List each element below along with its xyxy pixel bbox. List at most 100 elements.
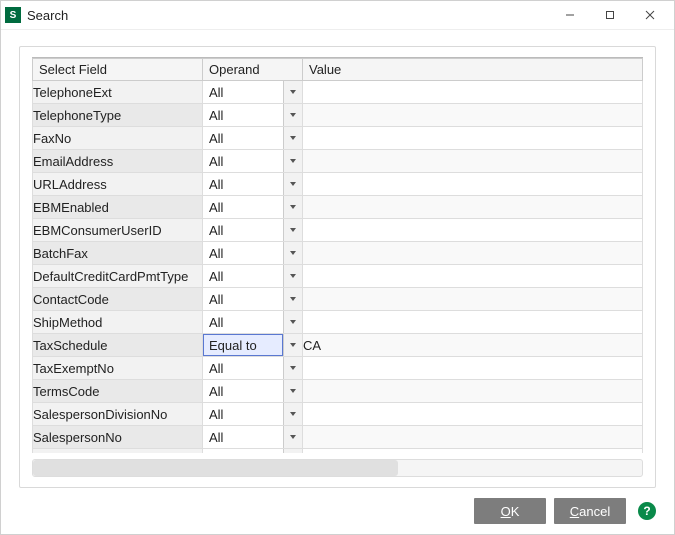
operand-cell[interactable]: All <box>203 173 303 196</box>
operand-value[interactable]: All <box>203 173 283 195</box>
operand-cell[interactable]: All <box>203 380 303 403</box>
operand-value[interactable]: Equal to <box>203 334 283 356</box>
chevron-down-icon[interactable] <box>283 81 302 103</box>
horizontal-scrollbar[interactable] <box>32 459 643 477</box>
operand-cell[interactable]: All <box>203 311 303 334</box>
value-cell[interactable] <box>303 219 643 242</box>
chevron-down-icon[interactable] <box>283 288 302 310</box>
field-cell[interactable]: FaxNo <box>33 127 203 150</box>
field-cell[interactable]: ShipMethod <box>33 311 203 334</box>
operand-cell[interactable]: All <box>203 104 303 127</box>
value-cell[interactable] <box>303 357 643 380</box>
chevron-down-icon[interactable] <box>283 219 302 241</box>
field-cell[interactable]: SalespersonNo <box>33 426 203 449</box>
value-cell[interactable] <box>303 380 643 403</box>
operand-cell[interactable]: Equal to <box>203 334 303 357</box>
chevron-down-icon[interactable] <box>283 449 302 453</box>
value-cell[interactable] <box>303 81 643 104</box>
operand-value[interactable]: All <box>203 196 283 218</box>
field-cell[interactable]: ContactCode <box>33 288 203 311</box>
operand-cell[interactable]: All <box>203 81 303 104</box>
field-cell[interactable]: BatchFax <box>33 242 203 265</box>
minimize-button[interactable] <box>550 3 590 27</box>
criteria-grid-scroll[interactable]: Select Field Operand Value TelephoneExtA… <box>32 57 643 453</box>
table-row: BatchFaxAll <box>33 242 643 265</box>
chevron-down-icon[interactable] <box>283 127 302 149</box>
operand-cell[interactable]: All <box>203 265 303 288</box>
chevron-down-icon[interactable] <box>283 173 302 195</box>
field-cell[interactable]: SalespersonDivisionNo <box>33 403 203 426</box>
col-operand-header[interactable]: Operand <box>203 59 303 81</box>
col-field-header[interactable]: Select Field <box>33 59 203 81</box>
operand-value[interactable]: All <box>203 449 283 453</box>
value-cell[interactable] <box>303 449 643 454</box>
operand-cell[interactable]: All <box>203 219 303 242</box>
maximize-button[interactable] <box>590 3 630 27</box>
chevron-down-icon[interactable] <box>283 242 302 264</box>
field-cell[interactable]: EBMConsumerUserID <box>33 219 203 242</box>
close-button[interactable] <box>630 3 670 27</box>
operand-value[interactable]: All <box>203 127 283 149</box>
chevron-down-icon[interactable] <box>283 403 302 425</box>
operand-cell[interactable]: All <box>203 127 303 150</box>
operand-cell[interactable]: All <box>203 150 303 173</box>
chevron-down-icon[interactable] <box>283 334 302 356</box>
value-cell[interactable] <box>303 173 643 196</box>
field-cell[interactable]: DefaultCreditCardPmtType <box>33 265 203 288</box>
field-cell[interactable]: EmailAddress <box>33 150 203 173</box>
field-cell[interactable]: TaxExemptNo <box>33 357 203 380</box>
value-cell[interactable]: CA <box>303 334 643 357</box>
chevron-down-icon[interactable] <box>283 150 302 172</box>
operand-cell[interactable]: All <box>203 196 303 219</box>
operand-value[interactable]: All <box>203 242 283 264</box>
field-cell[interactable]: EBMEnabled <box>33 196 203 219</box>
value-cell[interactable] <box>303 265 643 288</box>
value-cell[interactable] <box>303 196 643 219</box>
field-cell[interactable]: TermsCode <box>33 380 203 403</box>
operand-value[interactable]: All <box>203 288 283 310</box>
operand-cell[interactable]: All <box>203 242 303 265</box>
operand-value[interactable]: All <box>203 150 283 172</box>
field-cell[interactable]: SalespersonDivisionNo2 <box>33 449 203 454</box>
value-cell[interactable] <box>303 426 643 449</box>
operand-cell[interactable]: All <box>203 403 303 426</box>
value-cell[interactable] <box>303 150 643 173</box>
value-cell[interactable] <box>303 127 643 150</box>
field-cell[interactable]: URLAddress <box>33 173 203 196</box>
operand-cell[interactable]: All <box>203 449 303 454</box>
value-cell[interactable] <box>303 311 643 334</box>
field-cell[interactable]: TaxSchedule <box>33 334 203 357</box>
chevron-down-icon[interactable] <box>283 104 302 126</box>
table-row: EBMConsumerUserIDAll <box>33 219 643 242</box>
chevron-down-icon[interactable] <box>283 311 302 333</box>
ok-button[interactable]: OK <box>474 498 546 524</box>
cancel-button[interactable]: Cancel <box>554 498 626 524</box>
chevron-down-icon[interactable] <box>283 380 302 402</box>
operand-value[interactable]: All <box>203 311 283 333</box>
operand-value[interactable]: All <box>203 380 283 402</box>
operand-value[interactable]: All <box>203 265 283 287</box>
operand-cell[interactable]: All <box>203 357 303 380</box>
app-icon: S <box>5 7 21 23</box>
operand-cell[interactable]: All <box>203 288 303 311</box>
help-icon[interactable]: ? <box>638 502 656 520</box>
operand-value[interactable]: All <box>203 104 283 126</box>
operand-value[interactable]: All <box>203 357 283 379</box>
chevron-down-icon[interactable] <box>283 426 302 448</box>
operand-value[interactable]: All <box>203 426 283 448</box>
operand-cell[interactable]: All <box>203 426 303 449</box>
field-cell[interactable]: TelephoneType <box>33 104 203 127</box>
horizontal-scrollbar-thumb[interactable] <box>33 460 398 476</box>
chevron-down-icon[interactable] <box>283 357 302 379</box>
value-cell[interactable] <box>303 288 643 311</box>
operand-value[interactable]: All <box>203 81 283 103</box>
value-cell[interactable] <box>303 242 643 265</box>
value-cell[interactable] <box>303 403 643 426</box>
col-value-header[interactable]: Value <box>303 59 643 81</box>
operand-value[interactable]: All <box>203 403 283 425</box>
chevron-down-icon[interactable] <box>283 196 302 218</box>
field-cell[interactable]: TelephoneExt <box>33 81 203 104</box>
chevron-down-icon[interactable] <box>283 265 302 287</box>
operand-value[interactable]: All <box>203 219 283 241</box>
value-cell[interactable] <box>303 104 643 127</box>
